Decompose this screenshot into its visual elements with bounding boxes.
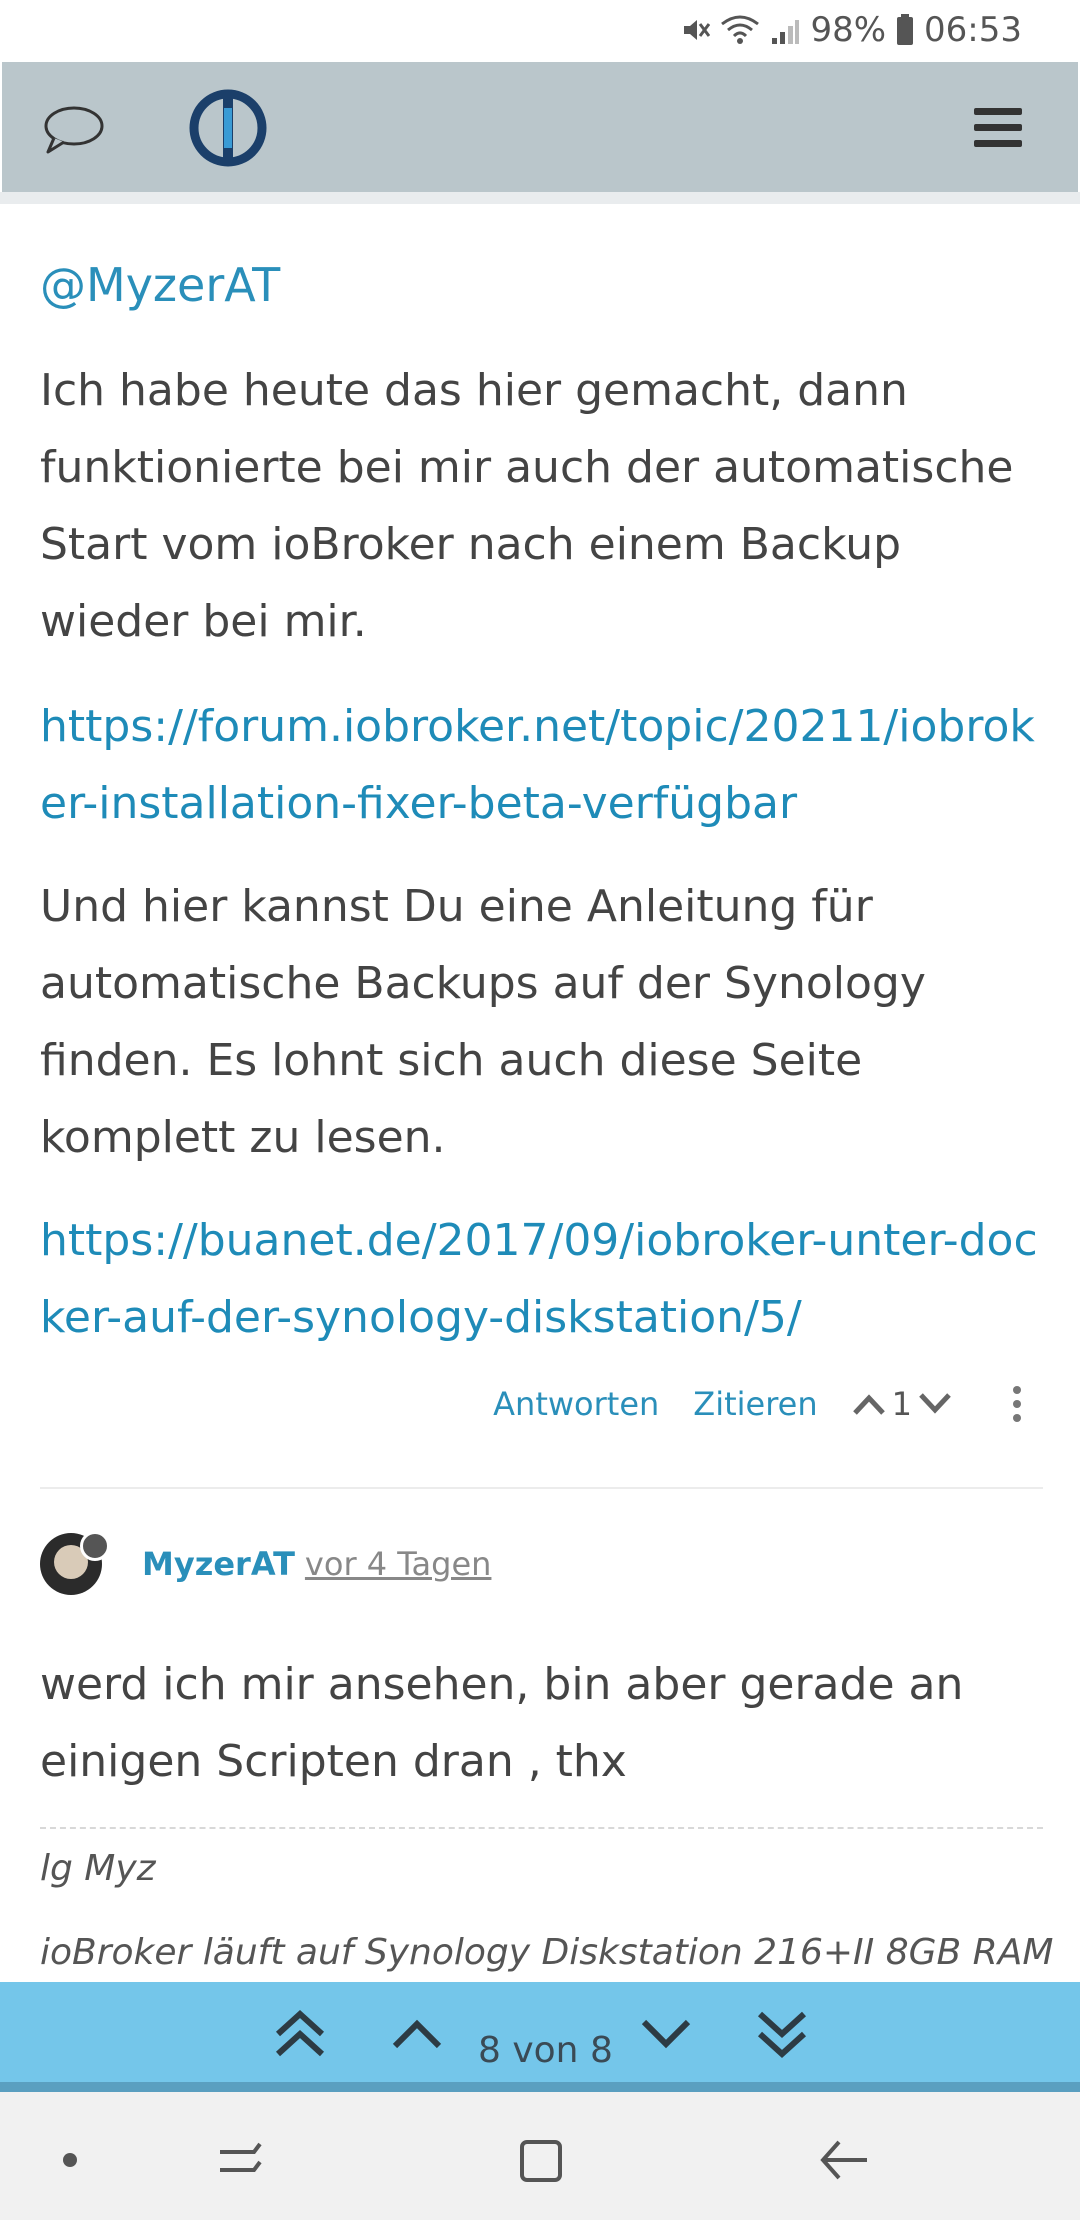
online-status-dot [80,1531,110,1561]
chat-icon [44,106,104,154]
home-icon[interactable] [510,2130,570,2190]
post-timestamp[interactable]: vor 4 Tagen [305,1545,492,1583]
post-paragraph-1: Ich habe heute das hier gemacht, dann fu… [40,365,1014,647]
battery-percent: 98% [810,10,887,50]
signature-line-2: ioBroker läuft auf Synology Diskstation … [40,1932,1054,1973]
previous-page-icon[interactable] [387,2004,447,2064]
post-actions: Antworten Zitieren 1 [493,1385,1022,1423]
hamburger-menu-icon [974,108,1022,147]
signal-icon [772,20,800,44]
post-header: MyzerAT vor 4 Tagen [40,1531,492,1596]
more-options-icon[interactable] [1012,1386,1022,1422]
signature-divider [40,1827,1043,1829]
vote-count: 1 [891,1385,912,1423]
post-author[interactable]: MyzerAT [142,1545,295,1583]
post-divider [40,1487,1043,1489]
wifi-icon [721,15,760,44]
pagination-bar: 8 von 8 [0,1982,1080,2090]
app-header [2,62,1078,192]
pagination-bar-edge [0,2082,1080,2092]
page-indicator[interactable]: 8 von 8 [478,2030,613,2071]
first-page-icon[interactable] [270,2004,330,2064]
next-page-icon[interactable] [636,2004,696,2064]
mute-icon [684,20,711,40]
back-icon[interactable] [815,2130,875,2190]
header-divider [0,192,1080,204]
reply-button[interactable]: Antworten [493,1385,659,1423]
hamburger-menu-button[interactable] [972,106,1024,150]
last-page-icon[interactable] [752,2004,812,2064]
user-mention-link[interactable]: @MyzerAT [40,258,280,312]
reply-text: werd ich mir ansehen, bin aber gerade an… [40,1659,964,1787]
signature-line-1: lg Myz [40,1848,156,1889]
nav-dot-icon[interactable] [40,2130,100,2190]
avatar[interactable] [40,1531,110,1595]
post-paragraph-2: Und hier kannst Du eine Anleitung für au… [40,881,926,1163]
system-nav-bar [0,2092,1080,2220]
recent-apps-icon[interactable] [210,2130,270,2190]
buanet-guide-link[interactable]: https://buanet.de/2017/09/iobroker-unter… [40,1202,1050,1356]
status-bar: 98% 06:53 [0,0,1080,62]
quote-button[interactable]: Zitieren [693,1385,817,1423]
iobroker-logo[interactable] [188,88,268,168]
chat-button[interactable] [42,102,112,162]
forum-topic-link[interactable]: https://forum.iobroker.net/topic/20211/i… [40,688,1050,842]
downvote-icon[interactable] [918,1392,952,1416]
vote-control: 1 [852,1385,952,1423]
battery-icon [897,14,914,45]
upvote-icon[interactable] [852,1392,886,1416]
clock: 06:53 [924,10,1022,50]
